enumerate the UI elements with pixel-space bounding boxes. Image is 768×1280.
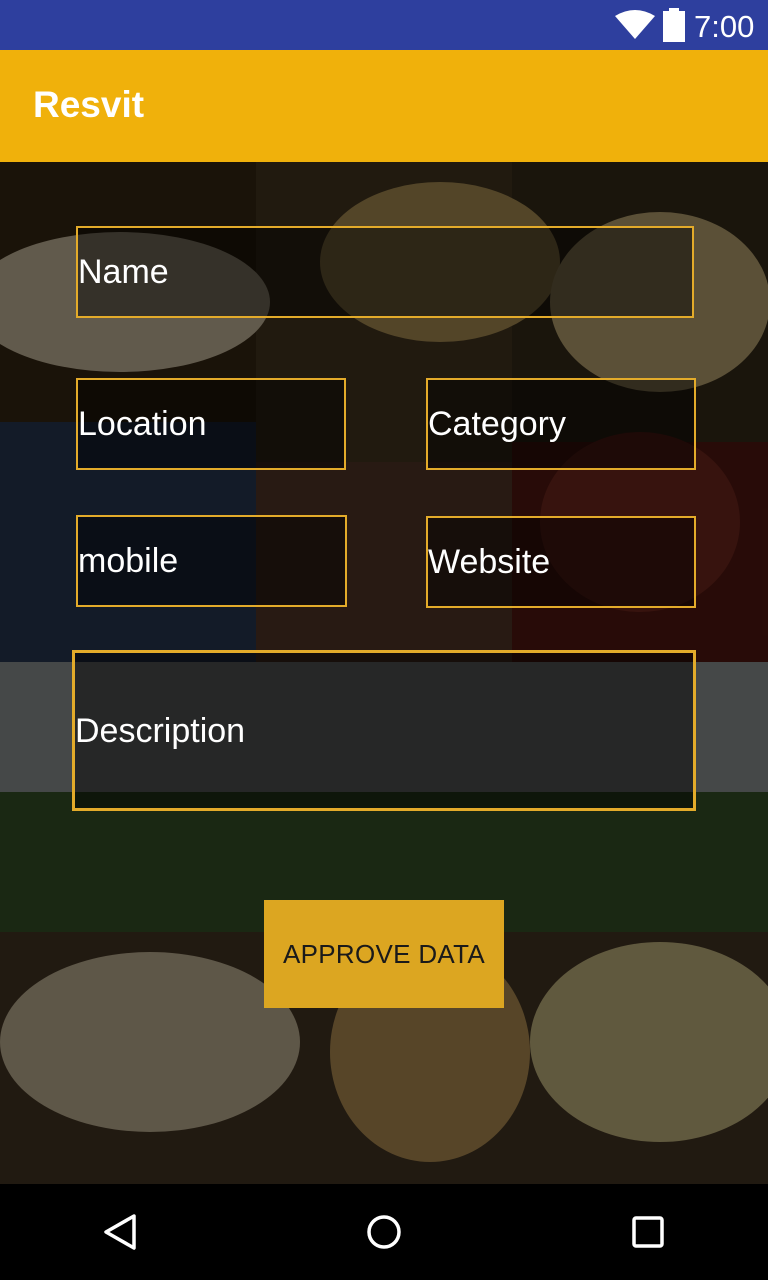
battery-icon bbox=[663, 8, 685, 42]
name-placeholder: Name bbox=[78, 253, 169, 291]
category-placeholder: Category bbox=[428, 405, 566, 443]
status-bar: 7:00 bbox=[0, 0, 768, 50]
recents-icon[interactable] bbox=[628, 1212, 668, 1252]
app-title: Resvit bbox=[33, 84, 145, 125]
location-input[interactable]: Location bbox=[76, 378, 346, 470]
description-placeholder: Description bbox=[75, 711, 246, 750]
website-input[interactable]: Website bbox=[426, 516, 696, 608]
app-bar: Resvit bbox=[0, 50, 768, 162]
wifi-icon bbox=[615, 10, 655, 39]
approve-data-button[interactable]: APPROVE DATA bbox=[264, 900, 504, 1008]
website-placeholder: Website bbox=[428, 543, 551, 581]
mobile-input[interactable]: mobile bbox=[76, 515, 347, 607]
mobile-placeholder: mobile bbox=[78, 542, 179, 580]
back-icon[interactable] bbox=[100, 1212, 140, 1252]
navigation-bar bbox=[0, 1184, 768, 1280]
name-input[interactable]: Name bbox=[76, 226, 694, 318]
description-input[interactable]: Description bbox=[72, 650, 696, 811]
status-time: 7:00 bbox=[694, 9, 755, 44]
home-icon[interactable] bbox=[364, 1212, 404, 1252]
location-placeholder: Location bbox=[78, 405, 207, 443]
category-input[interactable]: Category bbox=[426, 378, 696, 470]
